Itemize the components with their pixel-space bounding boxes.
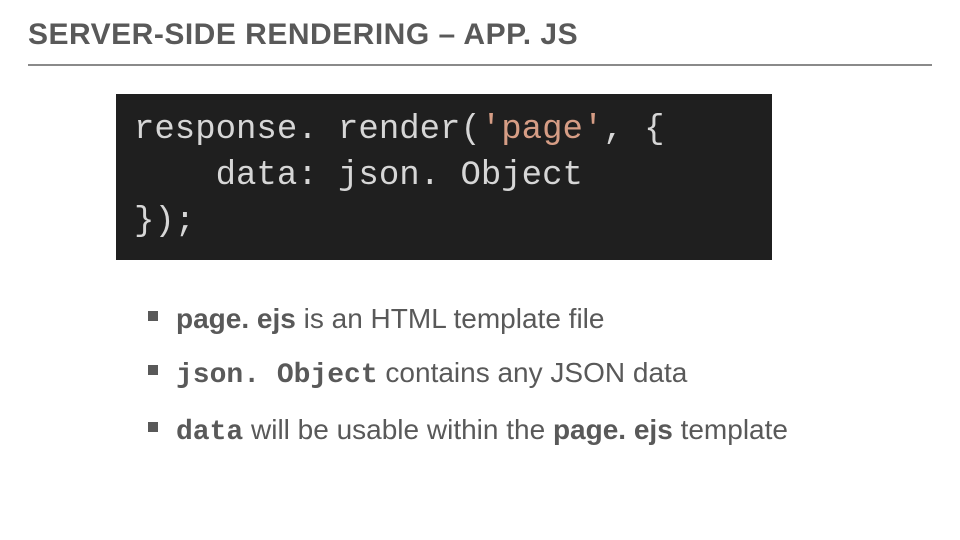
bullet-strong: data (176, 417, 243, 448)
code-line-1c: , { (603, 111, 664, 149)
bullet-strong: page. ejs (176, 303, 296, 334)
code-block: response. render('page', { data: json. O… (116, 94, 772, 260)
bullet-text: contains any JSON data (378, 357, 688, 388)
page-title: SERVER-SIDE RENDERING – APP. JS (28, 18, 932, 62)
code-line-2: data: json. Object (134, 157, 583, 195)
slide: SERVER-SIDE RENDERING – APP. JS response… (0, 0, 960, 456)
bullet-list: page. ejs is an HTML template file json.… (148, 296, 932, 457)
bullet-strong: json. Object (176, 360, 378, 391)
bullet-text-2: template (673, 414, 788, 445)
code-line-1a: response. render( (134, 111, 481, 149)
bullet-item: page. ejs is an HTML template file (148, 296, 932, 342)
title-underline (28, 64, 932, 66)
bullet-strong-2: page. ejs (553, 414, 673, 445)
code-line-3: }); (134, 203, 195, 241)
bullet-item: data will be usable within the page. ejs… (148, 407, 932, 456)
code-string-page: 'page' (481, 111, 603, 149)
bullet-item: json. Object contains any JSON data (148, 350, 932, 399)
bullet-text: is an HTML template file (296, 303, 605, 334)
bullet-text: will be usable within the (243, 414, 553, 445)
